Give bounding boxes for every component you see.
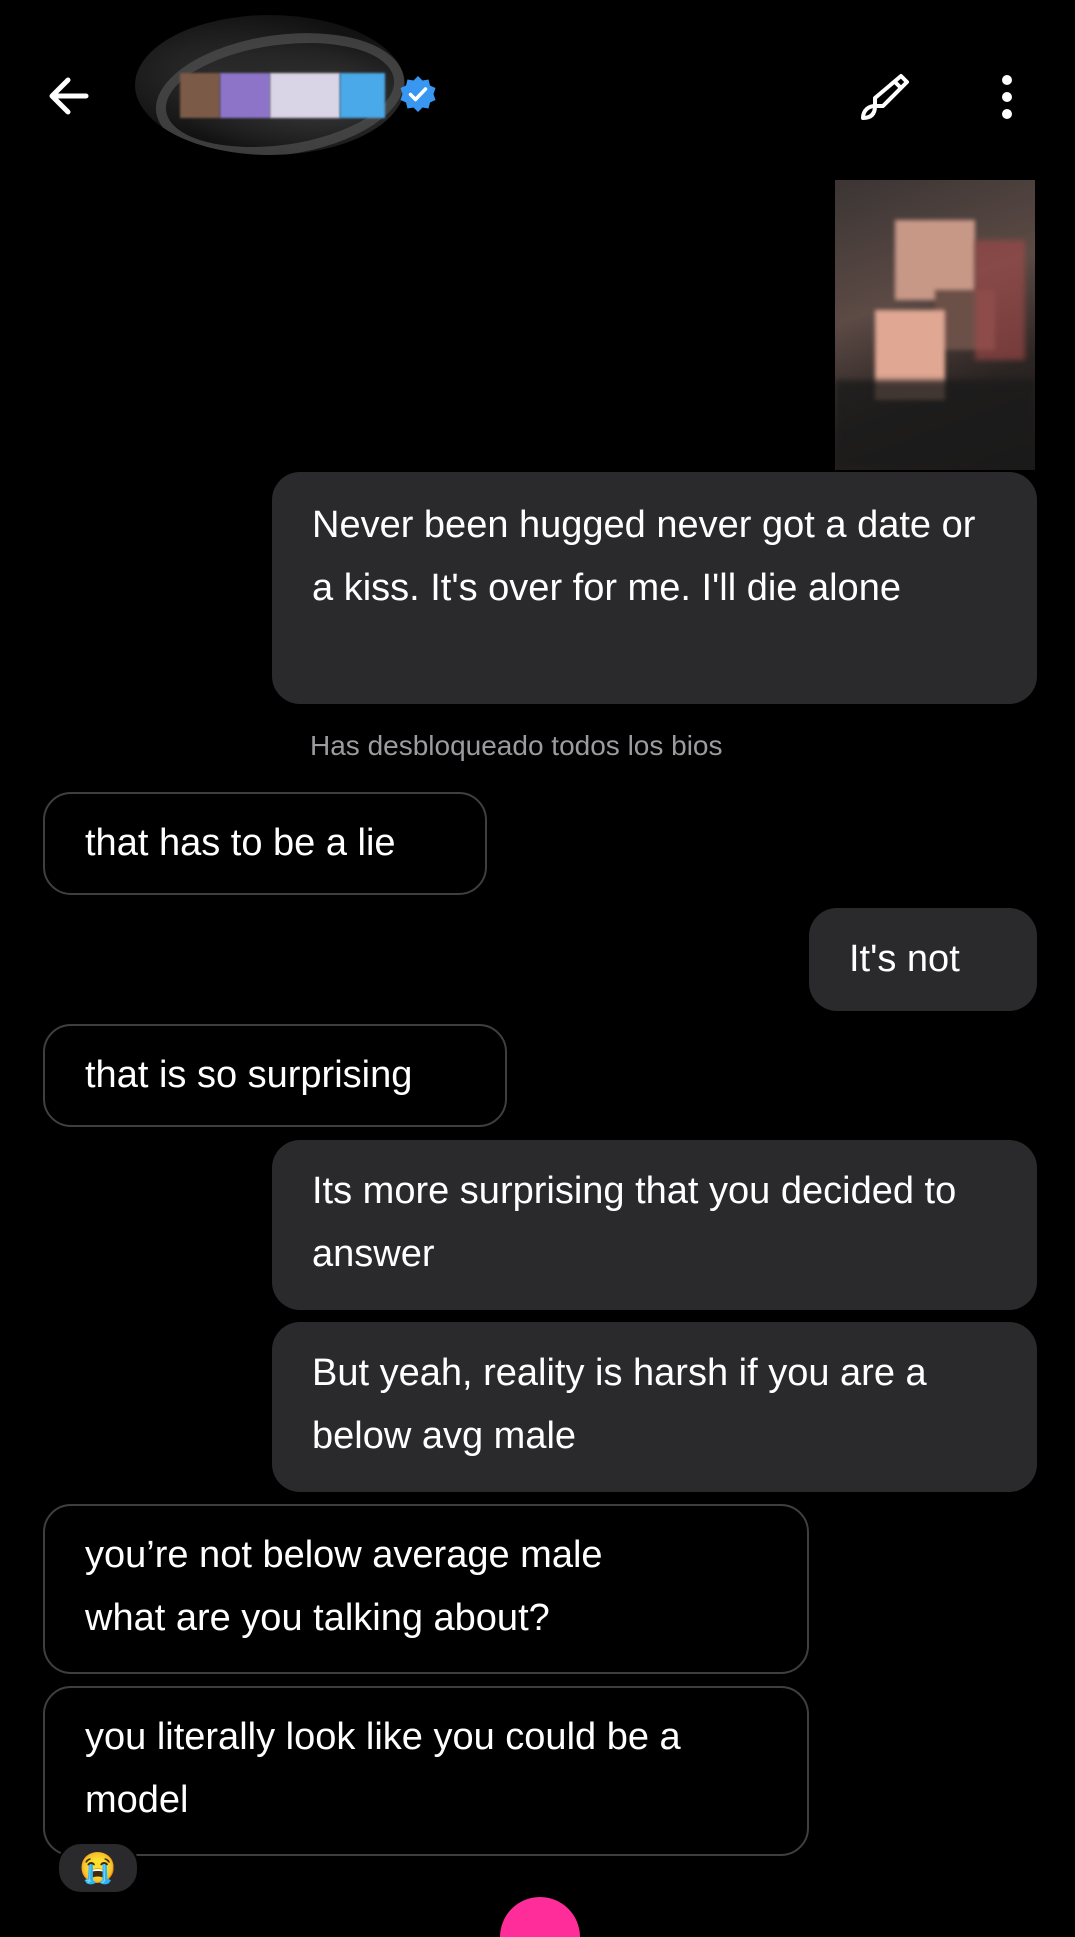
verified-badge-icon (398, 75, 438, 115)
crying-face-emoji: 😭 (79, 1851, 117, 1885)
message-text: you literally look like you could be a m… (85, 1716, 681, 1821)
message-bubble[interactable]: that is so surprising (43, 1024, 507, 1127)
reaction-badge[interactable]: 😭 (57, 1842, 139, 1894)
message-text: that has to be a lie (85, 822, 396, 864)
theme-brush-button[interactable] (855, 70, 911, 126)
system-note: Has desbloqueado todos los bios (310, 730, 723, 761)
message-text: It's not (849, 938, 960, 980)
message-text: But yeah, reality is harsh if you are a … (312, 1352, 927, 1457)
message-text: Its more surprising that you decided to … (312, 1170, 957, 1275)
message-bubble[interactable]: But yeah, reality is harsh if you are a … (272, 1322, 1037, 1492)
message-bubble[interactable]: that has to be a lie (43, 792, 487, 895)
more-vertical-icon (1002, 75, 1012, 119)
new-message-indicator[interactable] (500, 1897, 580, 1937)
arrow-left-icon (49, 77, 89, 115)
chat-header (0, 0, 1075, 170)
message-text: you’re not below average male what are y… (85, 1534, 603, 1639)
message-text: that is so surprising (85, 1054, 413, 1096)
back-button[interactable] (44, 66, 104, 126)
message-text: Never been hugged never got a date or a … (312, 504, 976, 609)
more-options-button[interactable] (992, 70, 1022, 126)
message-bubble[interactable]: you literally look like you could be a m… (43, 1686, 809, 1856)
avatar[interactable] (135, 15, 405, 155)
message-bubble[interactable]: you’re not below average male what are y… (43, 1504, 809, 1674)
message-bubble[interactable]: Its more surprising that you decided to … (272, 1140, 1037, 1310)
message-bubble[interactable]: It's not (809, 908, 1037, 1011)
shared-photo[interactable] (835, 180, 1035, 470)
message-bubble[interactable]: Never been hugged never got a date or a … (272, 472, 1037, 704)
paint-brush-icon (861, 74, 909, 120)
